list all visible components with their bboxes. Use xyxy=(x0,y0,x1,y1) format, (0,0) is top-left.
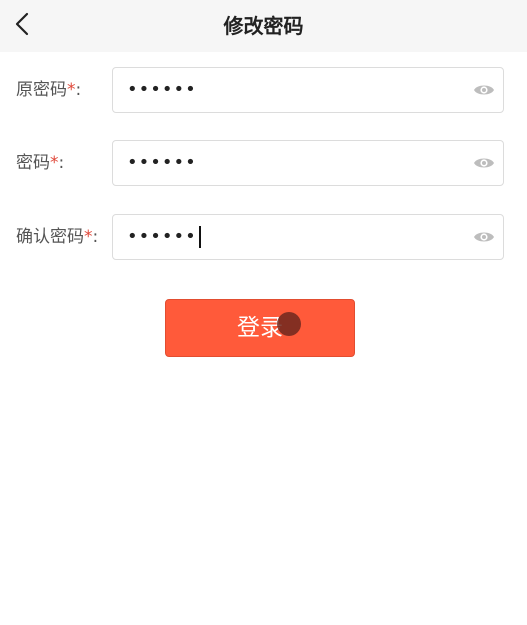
required-mark: * xyxy=(67,80,76,100)
submit-button[interactable]: 登录 xyxy=(165,299,355,357)
eye-icon[interactable] xyxy=(473,227,495,247)
page-title: 修改密码 xyxy=(223,14,304,38)
required-mark: * xyxy=(50,153,59,173)
old-password-label: 原密码*: xyxy=(16,80,82,100)
new-password-label: 密码*: xyxy=(16,153,65,173)
new-password-row: 密码*: •••••• xyxy=(0,140,527,186)
new-password-field[interactable]: •••••• xyxy=(112,140,504,186)
eye-icon[interactable] xyxy=(473,153,495,173)
new-password-value: •••••• xyxy=(127,152,197,173)
confirm-password-label: 确认密码*: xyxy=(16,227,99,247)
old-password-field[interactable]: •••••• xyxy=(112,67,504,113)
eye-icon[interactable] xyxy=(473,80,495,100)
confirm-password-value: •••••• xyxy=(127,215,201,259)
old-password-row: 原密码*: •••••• xyxy=(0,67,527,113)
old-password-value: •••••• xyxy=(127,79,197,100)
top-bar: 修改密码 xyxy=(0,0,527,52)
required-mark: * xyxy=(84,227,93,247)
confirm-password-row: 确认密码*: •••••• xyxy=(0,214,527,260)
confirm-password-field[interactable]: •••••• xyxy=(112,214,504,260)
text-caret xyxy=(198,226,201,248)
